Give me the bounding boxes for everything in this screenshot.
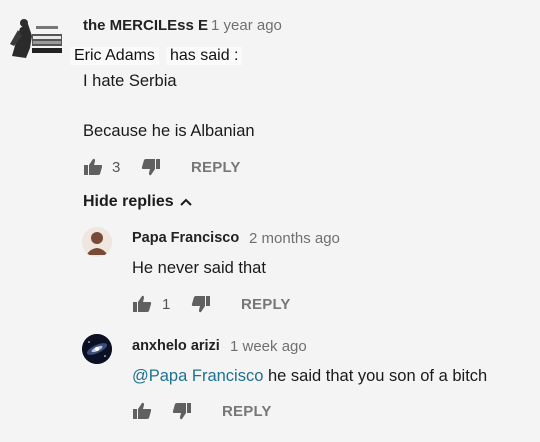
thumb-up-icon[interactable] [83,158,103,176]
comment-line-1: I hate Serbia [83,72,177,90]
comment-author[interactable]: the MERCILEss E [83,17,208,34]
soldier-avatar-icon [6,14,66,64]
reply-time[interactable]: 2 months ago [249,230,340,247]
reply-text: @Papa Francisco he said that you son of … [132,367,487,386]
thumb-down-icon[interactable] [172,402,192,420]
like-count: 1 [162,296,171,313]
chevron-up-icon [179,198,192,206]
reply-button[interactable]: REPLY [222,403,272,420]
thumb-up-icon[interactable] [132,402,152,420]
default-user-avatar-icon [82,227,112,257]
reply-avatar[interactable] [82,227,112,257]
comment-avatar[interactable] [6,14,66,64]
reply-author[interactable]: anxhelo arizi [132,338,220,354]
hide-replies-label: Hide replies [83,193,174,210]
reply-avatar[interactable] [82,334,112,364]
thumb-down-icon[interactable] [191,295,211,313]
reply-button[interactable]: REPLY [191,159,241,176]
overlay-name: Eric Adams [70,47,159,65]
thumb-down-icon[interactable] [141,158,161,176]
reply-author[interactable]: Papa Francisco [132,230,239,246]
comment-line-2: Because he is Albanian [83,122,255,140]
galaxy-avatar-icon [82,334,112,364]
thumb-up-icon[interactable] [132,295,152,313]
like-count: 3 [112,159,121,176]
comment-time[interactable]: 1 year ago [211,17,282,34]
reply-text: He never said that [132,259,266,277]
reply-text-body: he said that you son of a bitch [263,367,488,385]
mention-link[interactable]: @Papa Francisco [132,367,263,385]
reply-time[interactable]: 1 week ago [230,338,307,355]
reply-button[interactable]: REPLY [241,296,291,313]
hide-replies-button[interactable]: Hide replies [83,193,192,211]
overlay-said: has said : [166,47,243,65]
